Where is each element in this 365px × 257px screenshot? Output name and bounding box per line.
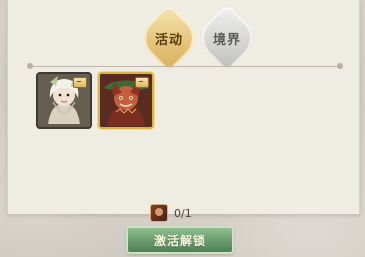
- activate-unlock-label: 激活解锁: [153, 233, 206, 248]
- unlock-panel: 活动 境界: [7, 0, 360, 214]
- divider-right-dot: [337, 63, 343, 69]
- gold-tag-icon: [135, 77, 149, 88]
- unlock-progress-row: 0/1: [150, 204, 192, 222]
- tab-realm[interactable]: 境界: [200, 29, 254, 48]
- character-card-1[interactable]: [36, 72, 92, 129]
- portrait-token-icon: [150, 204, 168, 222]
- tab-activity[interactable]: 活动: [142, 29, 196, 48]
- gold-tag-icon: [73, 77, 87, 88]
- unlock-progress-text: 0/1: [174, 206, 192, 220]
- activate-unlock-button[interactable]: 激活解锁: [126, 226, 234, 254]
- character-card-2[interactable]: [98, 72, 154, 129]
- section-divider: [30, 66, 340, 67]
